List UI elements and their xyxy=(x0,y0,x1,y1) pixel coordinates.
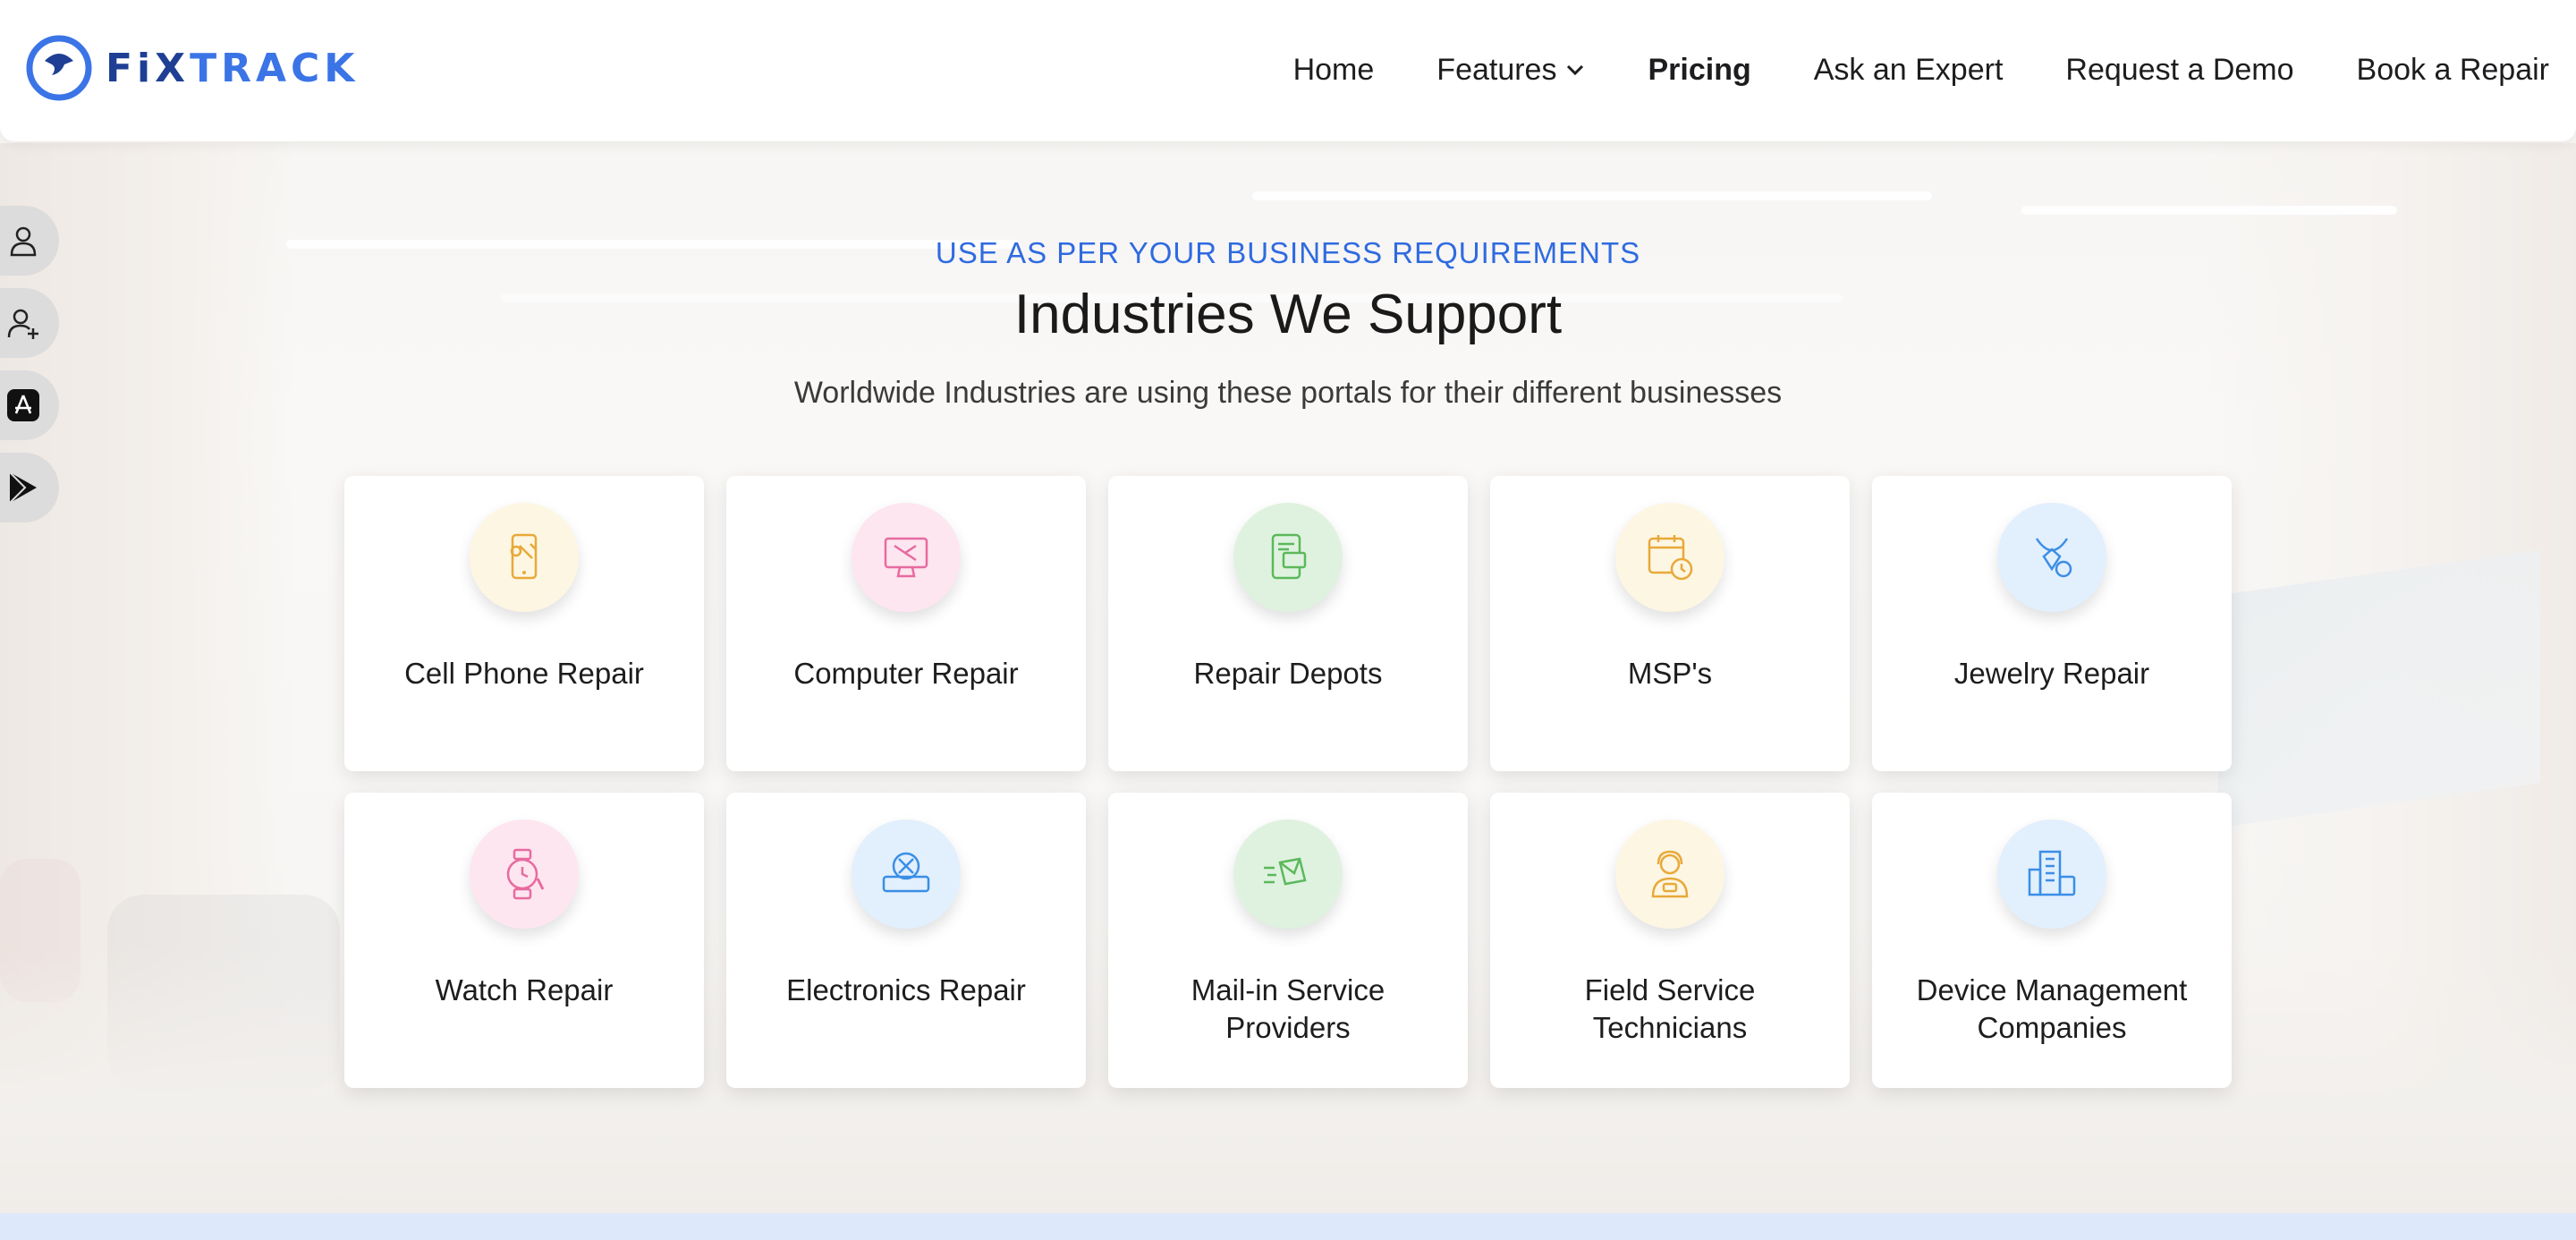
industry-card-computer-repair[interactable]: Computer Repair xyxy=(726,476,1086,771)
phone-repair-icon xyxy=(510,533,538,580)
industry-card-device-management-companies[interactable]: Device Management Companies xyxy=(1872,793,2232,1088)
chevron-down-icon xyxy=(1567,64,1584,76)
side-action-rail xyxy=(0,206,59,522)
repair-depot-icon xyxy=(1271,533,1307,580)
industry-card-field-service-technicians[interactable]: Field Service Technicians xyxy=(1490,793,1850,1088)
building-icon xyxy=(2028,850,2076,896)
nav-home-label: Home xyxy=(1292,52,1375,87)
industry-icon-badge xyxy=(852,820,961,929)
industry-label: Jewelry Repair xyxy=(1953,657,2150,690)
nav-features[interactable]: Features xyxy=(1436,53,1585,88)
industry-icon-badge xyxy=(1615,820,1724,929)
industries-section: USE AS PER YOUR BUSINESS REQUIREMENTS In… xyxy=(0,0,2576,1213)
industry-icon-badge xyxy=(1233,503,1343,612)
industry-label: Mail-in Service Providers xyxy=(1191,973,1385,1044)
industry-label: Watch Repair xyxy=(435,973,614,1006)
rail-google-play-button[interactable] xyxy=(0,453,59,522)
industry-label: Electronics Repair xyxy=(786,973,1026,1006)
nav-home[interactable]: Home xyxy=(1293,53,1375,88)
section-title: Industries We Support xyxy=(1013,284,1563,345)
section-subtitle: Worldwide Industries are using these por… xyxy=(793,376,1783,410)
industry-card-mail-in-service-providers[interactable]: Mail-in Service Providers xyxy=(1108,793,1468,1088)
industry-icon-badge xyxy=(852,503,961,612)
watch-repair-icon xyxy=(506,848,545,900)
industry-label: Computer Repair xyxy=(793,657,1019,690)
industry-label: Cell Phone Repair xyxy=(404,657,644,690)
industry-icon-badge xyxy=(470,820,579,929)
industry-card-cell-phone-repair[interactable]: Cell Phone Repair xyxy=(344,476,704,771)
main-nav: Home Features Pricing Ask an Expert Requ… xyxy=(1293,45,2549,95)
industry-icon-badge xyxy=(470,503,579,612)
industry-card-jewelry-repair[interactable]: Jewelry Repair xyxy=(1872,476,2232,771)
calendar-clock-icon xyxy=(1648,535,1693,581)
industry-icon-badge xyxy=(1615,503,1724,612)
industry-icon-badge xyxy=(1997,503,2106,612)
logo-icon xyxy=(26,35,92,101)
next-section-band xyxy=(0,1213,2576,1240)
nav-ask-expert[interactable]: Ask an Expert xyxy=(1814,53,2004,88)
nav-book-repair-label: Book a Repair xyxy=(2356,52,2549,87)
brand-name-part2: TRACK xyxy=(190,45,360,91)
industry-card-watch-repair[interactable]: Watch Repair xyxy=(344,793,704,1088)
jewelry-icon xyxy=(2035,538,2072,578)
industry-icon-badge xyxy=(1997,820,2106,929)
brand-name: FiXTRACK xyxy=(106,46,359,91)
user-icon xyxy=(10,226,37,257)
industry-card-electronics-repair[interactable]: Electronics Repair xyxy=(726,793,1086,1088)
rail-login-button[interactable] xyxy=(0,206,59,276)
nav-ask-expert-label: Ask an Expert xyxy=(1813,52,2004,87)
industry-card-repair-depots[interactable]: Repair Depots xyxy=(1108,476,1468,771)
industry-label: MSP's xyxy=(1627,657,1713,690)
industry-card-msps[interactable]: MSP's xyxy=(1490,476,1850,771)
technician-icon xyxy=(1651,850,1689,898)
nav-request-demo[interactable]: Request a Demo xyxy=(2065,53,2293,88)
brand-logo[interactable]: FiXTRACK xyxy=(25,34,359,102)
nav-pricing[interactable]: Pricing xyxy=(1648,53,1750,88)
mail-in-icon xyxy=(1264,857,1307,886)
nav-features-label: Features xyxy=(1436,52,1557,87)
rail-app-store-button[interactable] xyxy=(0,370,59,440)
nav-book-repair[interactable]: Book a Repair xyxy=(2357,53,2549,88)
nav-pricing-label: Pricing xyxy=(1648,52,1751,87)
industries-grid: Cell Phone Repair Computer Repair Repair… xyxy=(344,476,2232,1088)
brand-name-part1: FiX xyxy=(106,45,191,91)
industry-icon-badge xyxy=(1233,820,1343,929)
site-header: FiXTRACK Home Features Pricing Ask an Ex… xyxy=(0,0,2576,141)
electronics-repair-icon xyxy=(882,852,930,893)
rail-signup-button[interactable] xyxy=(0,288,59,358)
computer-repair-icon xyxy=(884,537,928,578)
app-store-icon xyxy=(7,389,39,421)
industry-label: Repair Depots xyxy=(1193,657,1383,690)
section-eyebrow: USE AS PER YOUR BUSINESS REQUIREMENTS xyxy=(935,236,1641,269)
industry-label: Field Service Technicians xyxy=(1584,973,1756,1044)
nav-request-demo-label: Request a Demo xyxy=(2065,52,2294,87)
user-add-icon xyxy=(7,309,38,339)
google-play-icon xyxy=(9,471,37,504)
industry-label: Device Management Companies xyxy=(1916,973,2188,1044)
